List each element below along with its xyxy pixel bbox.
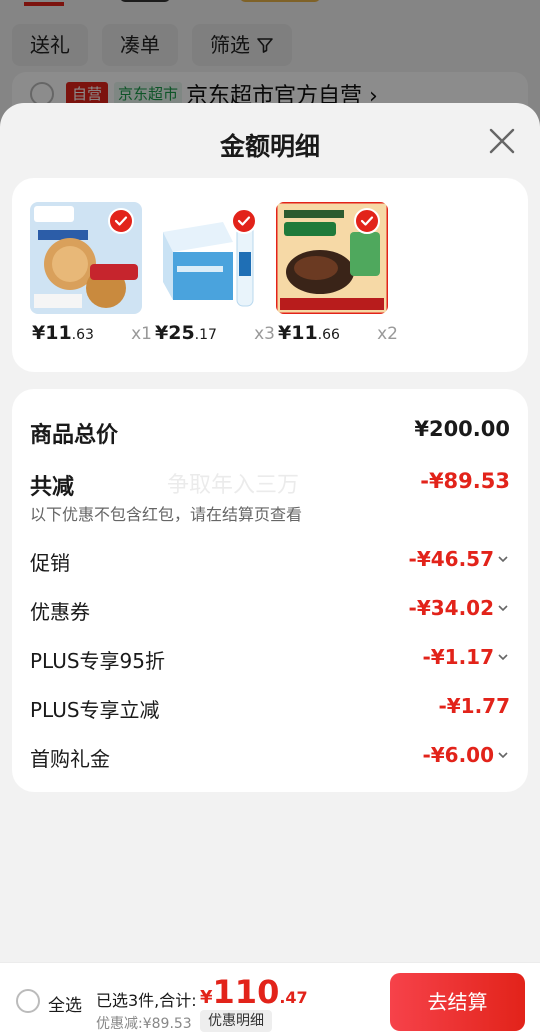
discount-row-plus-95[interactable]: PLUS专享95折 -¥1.17 — [30, 645, 510, 677]
discount-total: 优惠减:¥89.53 — [96, 1016, 192, 1032]
checkout-bar: 全选 已选3件,合计: ¥110.47 优惠减:¥89.53 优惠明细 去结算 — [0, 962, 540, 1032]
discount-label: 促销 — [30, 551, 70, 575]
discount-value: -¥6.00 — [422, 743, 510, 767]
total-price-value: ¥200.00 — [414, 417, 510, 441]
reduce-note: 以下优惠不包含红包，请在结算页查看 — [30, 505, 303, 524]
product-price: ¥11.66 — [278, 322, 340, 344]
product-price: ¥25.17 — [155, 322, 217, 344]
sheet-title: 金额明细 — [219, 132, 320, 161]
total-price-row: 商品总价 ¥200.00 — [30, 417, 510, 449]
discount-value: -¥46.57 — [409, 547, 510, 571]
products-card: ¥11.63 x1 ¥25.17 x3 ¥11.66 x2 — [12, 178, 528, 372]
discount-value: -¥34.02 — [409, 596, 510, 620]
select-all-label[interactable]: 全选 — [48, 991, 82, 1016]
close-button[interactable] — [486, 125, 518, 157]
discount-label: 首购礼金 — [30, 747, 110, 771]
discount-row-first-purchase[interactable]: 首购礼金 -¥6.00 — [30, 743, 510, 775]
checkout-button[interactable]: 去结算 — [390, 973, 525, 1031]
amount-detail-sheet: 金额明细 ¥11.63 x1 ¥25.17 x3 ¥11.66 x2 商品总价 … — [0, 103, 540, 1032]
discount-value: -¥1.17 — [422, 645, 510, 669]
product-image-water — [153, 202, 265, 314]
discount-row-coupon[interactable]: 优惠券 -¥34.02 — [30, 596, 510, 628]
discount-row-promotion[interactable]: 促销 -¥46.57 — [30, 547, 510, 579]
product-image-biscuits — [30, 202, 142, 314]
discount-value: -¥1.77 — [438, 694, 510, 718]
total-amount: ¥110.47 — [200, 973, 308, 1011]
select-all-radio[interactable] — [16, 989, 40, 1013]
product-price-row: ¥11.66 x2 — [276, 322, 398, 350]
discount-label: PLUS专享立减 — [30, 698, 160, 722]
selected-check-icon — [231, 208, 257, 234]
discount-label: PLUS专享95折 — [30, 649, 165, 673]
total-reduce-value: -¥89.53 — [420, 469, 510, 493]
product-price-row: ¥25.17 x3 — [153, 322, 275, 350]
chevron-down-icon — [498, 605, 508, 612]
close-icon — [489, 128, 515, 154]
chevron-down-icon — [498, 752, 508, 759]
product-price: ¥11.63 — [32, 322, 94, 344]
product-item[interactable]: ¥11.66 x2 — [276, 202, 398, 344]
chevron-down-icon — [498, 654, 508, 661]
product-price-row: ¥11.63 x1 — [30, 322, 152, 350]
product-quantity: x3 — [254, 324, 275, 344]
product-item[interactable]: ¥25.17 x3 — [153, 202, 275, 344]
chevron-down-icon — [498, 556, 508, 563]
price-summary-card: 商品总价 ¥200.00 争取年入三万 共减 -¥89.53 以下优惠不包含红包… — [12, 389, 528, 792]
product-quantity: x1 — [131, 324, 152, 344]
discount-row-plus-instant: PLUS专享立减 -¥1.77 — [30, 694, 510, 726]
total-reduce-row: 共减 -¥89.53 — [30, 469, 510, 501]
discount-detail-button[interactable]: 优惠明细 — [200, 1010, 272, 1032]
cart-page: 送礼 凑单 筛选 自营 京东超市 京东超市官方自营 › 金额明细 ¥11.63 … — [0, 0, 540, 1032]
total-price-label: 商品总价 — [30, 423, 119, 448]
discount-label: 优惠券 — [30, 600, 90, 624]
selected-check-icon — [354, 208, 380, 234]
total-reduce-label: 共减 — [30, 475, 75, 500]
selected-check-icon — [108, 208, 134, 234]
selected-info: 已选3件,合计: — [96, 991, 197, 1010]
product-image-beef-rice — [276, 202, 388, 314]
product-quantity: x2 — [377, 324, 398, 344]
product-item[interactable]: ¥11.63 x1 — [30, 202, 152, 344]
